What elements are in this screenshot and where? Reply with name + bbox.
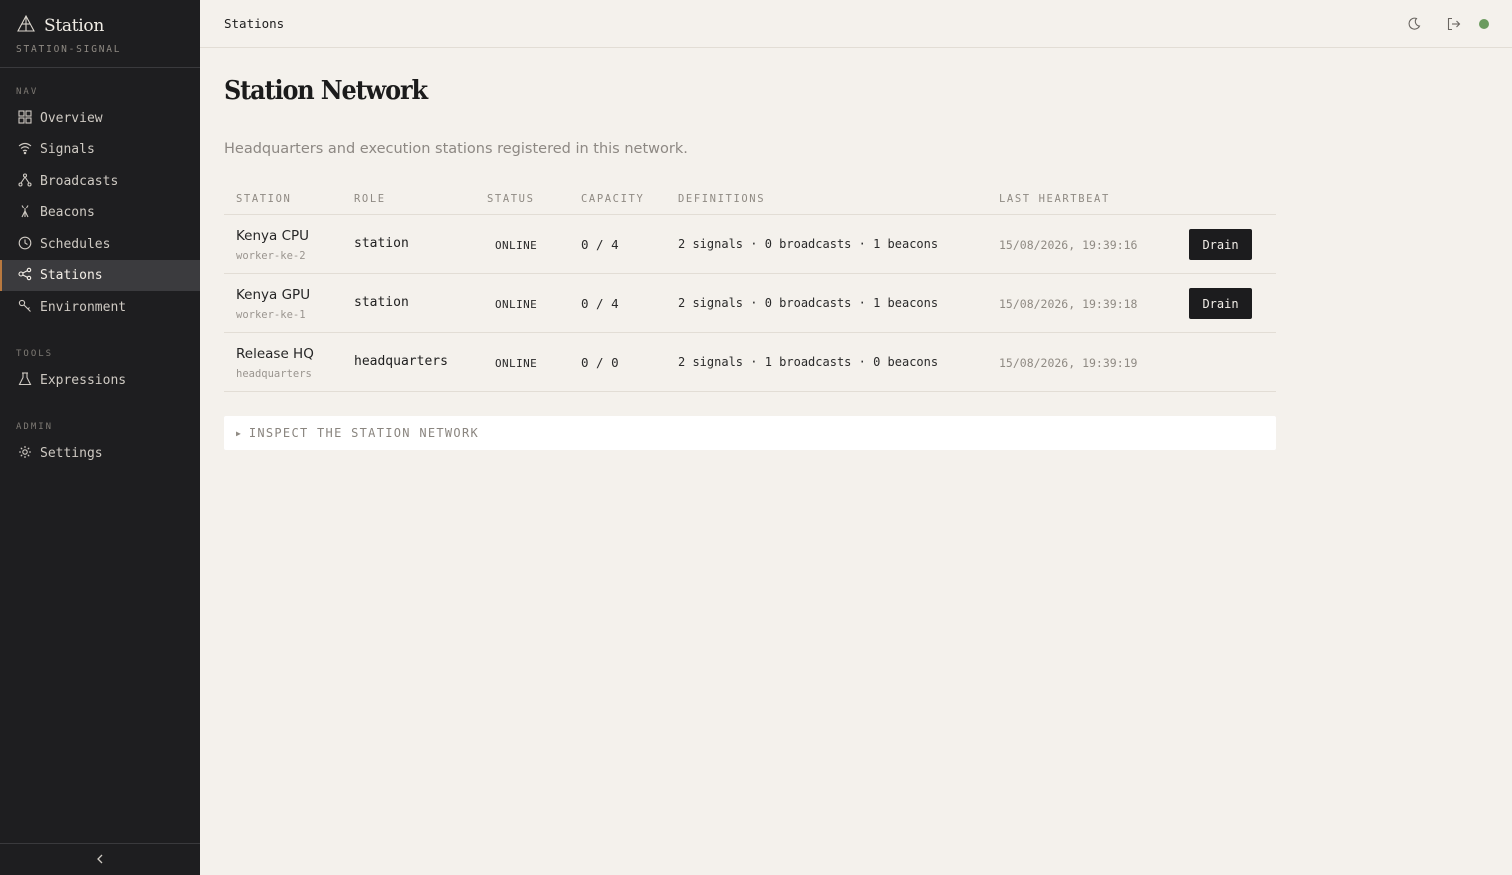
topbar-title: Stations	[224, 16, 285, 31]
section-label-admin: ADMIN	[16, 422, 54, 432]
table-header: STATION ROLE STATUS CAPACITY DEFINITIONS…	[224, 182, 1276, 215]
beacon-icon	[18, 204, 32, 222]
column-header-status: STATUS	[487, 193, 535, 205]
section-label-nav: NAV	[16, 87, 39, 97]
collapse-sidebar-button[interactable]	[0, 843, 200, 875]
sidebar-item-beacons[interactable]: Beacons	[0, 197, 200, 228]
column-header-last-heartbeat: LAST HEARTBEAT	[999, 193, 1110, 205]
logout-icon[interactable]	[1446, 16, 1462, 32]
sidebar-item-label: Broadcasts	[40, 174, 119, 189]
sidebar-item-stations[interactable]: Stations	[0, 260, 200, 291]
clock-icon	[18, 236, 32, 254]
station-id: headquarters	[236, 368, 312, 380]
sidebar-item-label: Expressions	[40, 373, 127, 388]
sidebar-item-schedules[interactable]: Schedules	[0, 229, 200, 260]
fork-icon	[18, 172, 32, 191]
column-header-role: ROLE	[354, 193, 386, 205]
sidebar-item-label: Schedules	[40, 237, 111, 252]
sidebar-item-label: Overview	[40, 111, 103, 126]
chevron-left-icon	[94, 850, 106, 869]
station-id: worker-ke-2	[236, 250, 306, 262]
station-name: Kenya CPU	[236, 228, 310, 244]
sidebar-item-label: Environment	[40, 300, 127, 315]
brand-title: Station	[44, 16, 104, 36]
gear-icon	[18, 445, 32, 463]
status-badge: ONLINE	[495, 239, 538, 252]
sidebar-item-label: Beacons	[40, 205, 95, 220]
grid-icon	[18, 109, 32, 128]
station-id: worker-ke-1	[236, 309, 306, 321]
station-capacity: 0 / 0	[581, 355, 619, 370]
stations-table: STATION ROLE STATUS CAPACITY DEFINITIONS…	[224, 182, 1276, 392]
drain-button[interactable]: Drain	[1189, 288, 1252, 319]
inspect-network-toggle[interactable]: ▶ INSPECT THE STATION NETWORK	[224, 416, 1276, 450]
network-icon	[18, 267, 32, 285]
flask-icon	[18, 371, 32, 390]
station-role: headquarters	[354, 354, 448, 369]
sidebar-item-environment[interactable]: Environment	[0, 292, 200, 323]
table-row: Kenya GPU worker-ke-1 station ONLINE 0 /…	[224, 274, 1276, 333]
sidebar-item-overview[interactable]: Overview	[0, 103, 200, 134]
page-title: Station Network	[224, 76, 428, 106]
status-badge: ONLINE	[495, 357, 538, 370]
sidebar-item-label: Stations	[40, 268, 103, 283]
sidebar-item-settings[interactable]: Settings	[0, 438, 200, 469]
page-description: Headquarters and execution stations regi…	[224, 141, 688, 157]
column-header-station: STATION	[236, 193, 292, 205]
last-heartbeat: 15/08/2026, 19:39:16	[999, 238, 1138, 252]
last-heartbeat: 15/08/2026, 19:39:18	[999, 297, 1138, 311]
connection-status-dot	[1479, 19, 1489, 29]
wifi-icon	[18, 141, 32, 159]
station-role: station	[354, 295, 409, 310]
station-definitions: 2 signals · 0 broadcasts · 1 beacons	[678, 237, 939, 251]
station-capacity: 0 / 4	[581, 296, 619, 311]
brand-subtitle: STATION-SIGNAL	[16, 44, 122, 55]
station-name: Kenya GPU	[236, 287, 311, 303]
station-role: station	[354, 236, 409, 251]
triangle-logo-icon	[16, 14, 36, 38]
station-definitions: 2 signals · 0 broadcasts · 1 beacons	[678, 296, 939, 310]
brand: Station STATION-SIGNAL	[0, 0, 200, 68]
column-header-definitions: DEFINITIONS	[678, 193, 766, 205]
inspect-network-label: INSPECT THE STATION NETWORK	[248, 426, 479, 440]
sidebar-item-signals[interactable]: Signals	[0, 134, 200, 165]
sidebar-item-label: Settings	[40, 446, 103, 461]
status-badge: ONLINE	[495, 298, 538, 311]
station-name: Release HQ	[236, 346, 314, 362]
station-definitions: 2 signals · 1 broadcasts · 0 beacons	[678, 355, 939, 369]
column-header-capacity: CAPACITY	[581, 193, 645, 205]
sidebar-item-broadcasts[interactable]: Broadcasts	[0, 166, 200, 197]
last-heartbeat: 15/08/2026, 19:39:19	[999, 356, 1138, 370]
top-bar: Stations	[200, 0, 1512, 48]
triangle-right-icon: ▶	[236, 428, 241, 438]
sidebar-item-label: Signals	[40, 142, 95, 157]
section-label-tools: TOOLS	[16, 349, 54, 359]
drain-button[interactable]: Drain	[1189, 229, 1252, 260]
moon-icon[interactable]	[1406, 16, 1422, 32]
table-row: Release HQ headquarters headquarters ONL…	[224, 333, 1276, 392]
sidebar: Station STATION-SIGNAL NAV Overview Sign…	[0, 0, 200, 875]
station-capacity: 0 / 4	[581, 237, 619, 252]
sidebar-item-expressions[interactable]: Expressions	[0, 365, 200, 396]
key-icon	[18, 299, 32, 317]
table-row: Kenya CPU worker-ke-2 station ONLINE 0 /…	[224, 215, 1276, 274]
